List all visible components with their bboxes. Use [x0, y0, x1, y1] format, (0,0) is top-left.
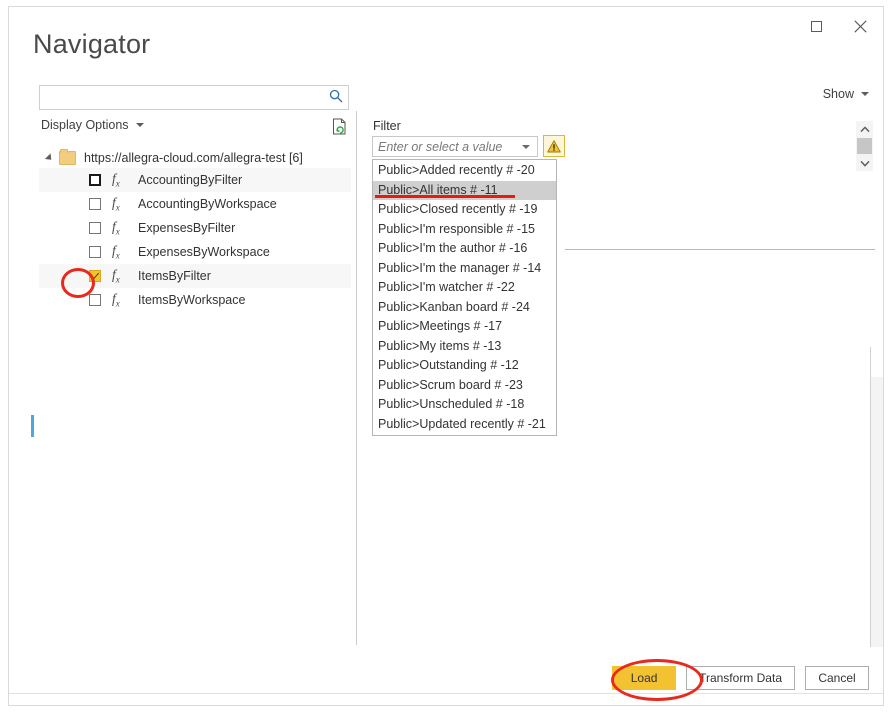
tree-item-checkbox[interactable]	[89, 246, 101, 258]
tree-item-checkbox[interactable]	[89, 222, 101, 234]
page-title: Navigator	[33, 29, 150, 60]
data-source-tree: https://allegra-cloud.com/allegra-test […	[39, 147, 351, 312]
function-icon: fx	[112, 243, 126, 261]
function-icon: fx	[112, 171, 126, 189]
tree-item-label: ExpensesByWorkspace	[138, 245, 270, 259]
left-pane: Display Options https://allegra-cloud.co…	[39, 85, 351, 645]
chevron-up-icon	[860, 126, 870, 133]
cancel-button[interactable]: Cancel	[805, 666, 869, 690]
dropdown-item[interactable]: Public>I'm watcher # -22	[373, 278, 556, 298]
show-label: Show	[823, 87, 854, 101]
tree-item-expensesbyworkspace[interactable]: fx ExpensesByWorkspace	[39, 240, 351, 264]
dropdown-item[interactable]: Public>Meetings # -17	[373, 317, 556, 337]
tree-item-checkbox[interactable]	[89, 198, 101, 210]
refresh-button[interactable]	[332, 118, 348, 141]
tree-root-label: https://allegra-cloud.com/allegra-test […	[84, 151, 303, 165]
tree-item-label: AccountingByFilter	[138, 173, 242, 187]
chevron-down-icon[interactable]	[522, 145, 530, 149]
search-input[interactable]	[40, 86, 325, 109]
load-button[interactable]: Load	[612, 666, 676, 690]
filter-label: Filter	[373, 119, 401, 133]
function-icon: fx	[112, 195, 126, 213]
filter-combobox[interactable]: Enter or select a value	[372, 136, 538, 157]
preview-scrollbar[interactable]	[856, 121, 873, 171]
tree-item-label: ItemsByWorkspace	[138, 293, 245, 307]
chevron-down-icon	[136, 123, 144, 127]
show-dropdown[interactable]: Show	[823, 87, 869, 101]
window-controls	[803, 15, 873, 37]
focus-accent-bar	[31, 415, 34, 437]
warning-icon	[547, 140, 561, 153]
dropdown-item[interactable]: Public>I'm the manager # -14	[373, 259, 556, 279]
function-icon: fx	[112, 291, 126, 309]
close-button[interactable]	[847, 15, 873, 37]
dropdown-item[interactable]: Public>Unscheduled # -18	[373, 395, 556, 415]
maximize-icon	[811, 21, 822, 32]
filter-placeholder: Enter or select a value	[378, 140, 502, 154]
footer-separator	[9, 693, 883, 694]
tree-item-itemsbyworkspace[interactable]: fx ItemsByWorkspace	[39, 288, 351, 312]
tree-item-checkbox[interactable]	[89, 294, 101, 306]
chevron-down-icon	[860, 160, 870, 167]
chevron-down-icon	[861, 92, 869, 96]
folder-icon	[59, 151, 76, 165]
dropdown-item[interactable]: Public>Closed recently # -19	[373, 200, 556, 220]
tree-item-label: AccountingByWorkspace	[138, 197, 277, 211]
dropdown-item[interactable]: Public>Added recently # -20	[373, 161, 556, 181]
tree-item-checkbox[interactable]	[89, 270, 101, 282]
tree-item-itemsbyfilter[interactable]: fx ItemsByFilter	[39, 264, 351, 288]
warning-indicator[interactable]	[543, 135, 565, 157]
filter-dropdown-list[interactable]: Public>Added recently # -20 Public>All i…	[372, 159, 557, 436]
dialog-buttons: Load Transform Data Cancel	[612, 666, 869, 690]
display-options-row: Display Options	[39, 118, 351, 138]
tree-item-accountingbyworkspace[interactable]: fx AccountingByWorkspace	[39, 192, 351, 216]
dropdown-item-selected[interactable]: Public>All items # -11	[373, 181, 556, 201]
scroll-down-button[interactable]	[856, 155, 873, 171]
search-icon	[329, 89, 343, 108]
display-options-dropdown[interactable]: Display Options	[41, 118, 144, 132]
dropdown-item[interactable]: Public>I'm the author # -16	[373, 239, 556, 259]
preview-gutter	[871, 377, 883, 647]
dropdown-item[interactable]: Public>Scrum board # -23	[373, 376, 556, 396]
display-options-label: Display Options	[41, 118, 129, 132]
dropdown-item[interactable]: Public>I'm responsible # -15	[373, 220, 556, 240]
tree-item-checkbox[interactable]	[89, 174, 101, 186]
preview-separator	[565, 249, 875, 250]
navigator-dialog: Navigator Display Options	[8, 6, 884, 706]
transform-data-button[interactable]: Transform Data	[686, 666, 795, 690]
scroll-up-button[interactable]	[856, 121, 873, 137]
tree-item-accountingbyfilter[interactable]: fx AccountingByFilter	[39, 168, 351, 192]
tree-item-expensesbyfilter[interactable]: fx ExpensesByFilter	[39, 216, 351, 240]
dropdown-item[interactable]: Public>Kanban board # -24	[373, 298, 556, 318]
tree-item-label: ExpensesByFilter	[138, 221, 235, 235]
dropdown-item[interactable]: Public>Outstanding # -12	[373, 356, 556, 376]
function-icon: fx	[112, 219, 126, 237]
scrollbar-thumb[interactable]	[857, 138, 872, 154]
tree-item-label: ItemsByFilter	[138, 269, 211, 283]
expand-collapse-icon[interactable]	[45, 153, 54, 162]
search-box[interactable]	[39, 85, 349, 110]
function-icon: fx	[112, 267, 126, 285]
tree-root-node[interactable]: https://allegra-cloud.com/allegra-test […	[39, 147, 351, 168]
dropdown-item[interactable]: Public>My items # -13	[373, 337, 556, 357]
maximize-button[interactable]	[803, 15, 829, 37]
pane-divider	[356, 111, 357, 645]
refresh-page-icon	[332, 118, 348, 136]
close-icon	[854, 20, 867, 33]
dropdown-item[interactable]: Public>Updated recently # -21	[373, 415, 556, 435]
